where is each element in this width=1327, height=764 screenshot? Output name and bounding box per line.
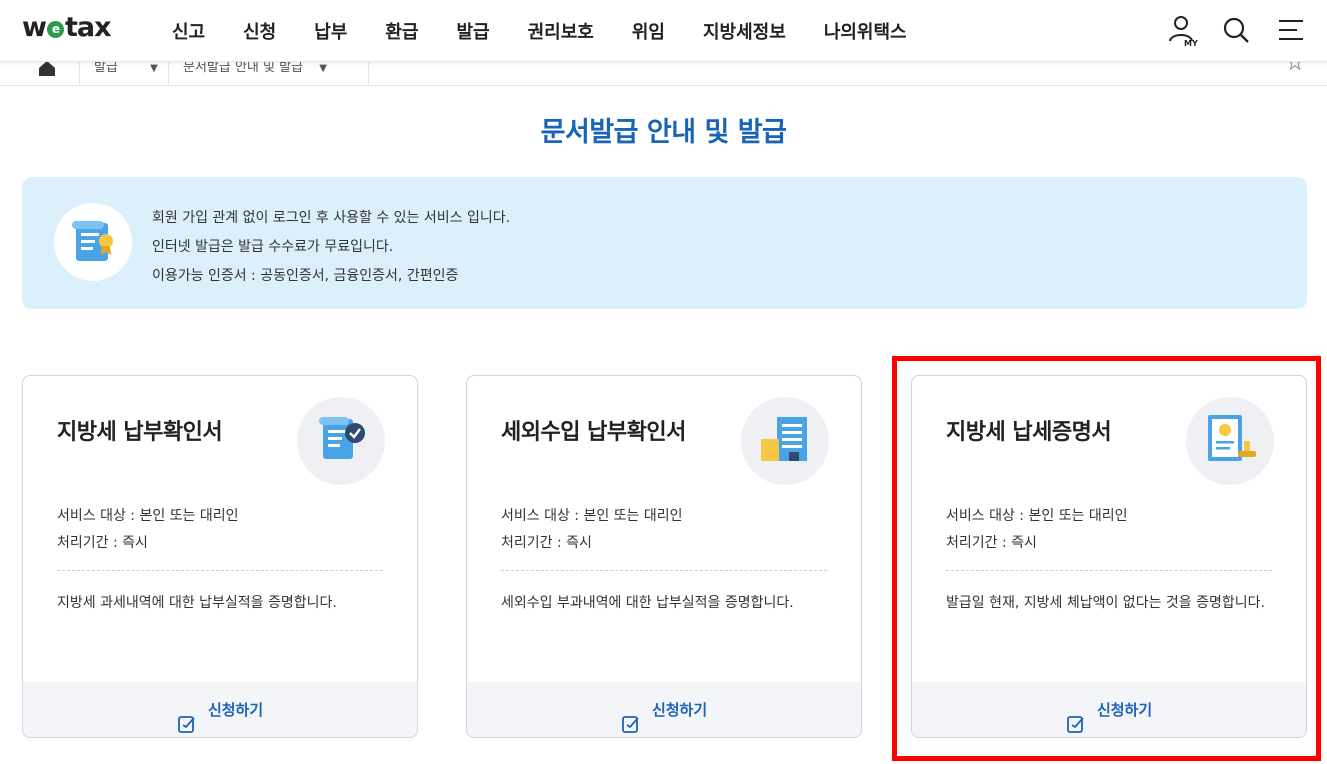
- my-page-icon[interactable]: MY: [1167, 13, 1199, 48]
- apply-label: 신청하기: [207, 701, 264, 719]
- top-header: w e tax 신고 신청 납부 환급 발급 권리보호 위임 지방세정보 나의위택스…: [0, 0, 1327, 62]
- menu-icon[interactable]: [1275, 13, 1307, 47]
- logo-text-post: tax: [64, 12, 112, 43]
- search-icon[interactable]: [1221, 13, 1253, 47]
- chevron-down-icon: ▼: [150, 63, 158, 74]
- card-description: 지방세 과세내역에 대한 납부실적을 증명합니다.: [57, 595, 337, 611]
- divider: [501, 570, 827, 571]
- card-description: 세외수입 부과내역에 대한 납부실적을 증명합니다.: [501, 595, 794, 611]
- nav-item-my-wetax[interactable]: 나의위택스: [824, 18, 907, 44]
- service-target: 서비스 대상 : 본인 또는 대리인: [501, 508, 683, 524]
- breadcrumb-label-2: 문서발급 안내 및 발급: [183, 62, 304, 75]
- nav-item-rights[interactable]: 권리보호: [528, 18, 594, 44]
- apply-button[interactable]: 신청하기: [912, 682, 1306, 737]
- apply-label: 신청하기: [1096, 701, 1153, 719]
- nav-item-issue[interactable]: 발급: [457, 18, 490, 44]
- chevron-down-icon: ▼: [319, 63, 327, 74]
- info-box: 회원 가입 관계 없이 로그인 후 사용할 수 있는 서비스 입니다. 인터넷 …: [22, 177, 1307, 309]
- main-nav: 신고 신청 납부 환급 발급 권리보호 위임 지방세정보 나의위택스: [172, 18, 945, 44]
- nav-item-delegate[interactable]: 위임: [632, 18, 665, 44]
- card-meta: 서비스 대상 : 본인 또는 대리인 처리기간 : 즉시: [946, 503, 1128, 557]
- logo-text-pre: w: [22, 12, 47, 43]
- nav-item-refund[interactable]: 환급: [385, 18, 418, 44]
- header-icons: MY: [1167, 13, 1307, 48]
- breadcrumb-label-1: 발급: [94, 62, 118, 75]
- card-meta: 서비스 대상 : 본인 또는 대리인 처리기간 : 즉시: [57, 503, 239, 557]
- edit-form-icon: [1066, 701, 1086, 733]
- service-target: 서비스 대상 : 본인 또는 대리인: [57, 508, 239, 524]
- service-target: 서비스 대상 : 본인 또는 대리인: [946, 508, 1128, 524]
- page-title: 문서발급 안내 및 발급: [540, 117, 787, 148]
- nav-item-apply[interactable]: 신청: [243, 18, 276, 44]
- certificate-stamp-icon: [1186, 397, 1274, 485]
- edit-form-icon: [177, 701, 197, 733]
- apply-label: 신청하기: [651, 701, 708, 719]
- scroll-document-icon: [54, 203, 132, 281]
- processing-period: 처리기간 : 즉시: [946, 535, 1037, 551]
- document-check-icon: [297, 397, 385, 485]
- logo-e-mark: e: [46, 21, 64, 38]
- card-title: 지방세 납부확인서: [57, 420, 223, 445]
- breadcrumb: 발급 ▼ 문서발급 안내 및 발급 ▼: [0, 62, 1327, 86]
- svg-text:MY: MY: [1184, 39, 1198, 47]
- card-non-tax-revenue-payment-confirmation: 세외수입 납부확인서 서비스 대상 : 본인 또는 대리인 처리기간 : 즉시 …: [466, 375, 862, 738]
- info-text: 회원 가입 관계 없이 로그인 후 사용할 수 있는 서비스 입니다. 인터넷 …: [152, 204, 510, 291]
- building-icon: [741, 397, 829, 485]
- info-line-membership: 회원 가입 관계 없이 로그인 후 사용할 수 있는 서비스 입니다.: [152, 210, 511, 226]
- bookmark-star-icon[interactable]: [1287, 62, 1303, 74]
- processing-period: 처리기간 : 즉시: [501, 535, 592, 551]
- breadcrumb-level-1[interactable]: 발급 ▼: [80, 62, 169, 85]
- home-icon[interactable]: [22, 62, 80, 85]
- card-local-tax-payment-certificate: 지방세 납세증명서 서비스 대상 : 본인 또는 대리인 처리기간 : 즉시 발…: [911, 375, 1307, 738]
- info-line-certificates: 이용가능 인증서 : 공동인증서, 금융인증서, 간편인증: [152, 268, 459, 284]
- wetax-logo[interactable]: w e tax: [22, 12, 111, 43]
- card-description: 발급일 현재, 지방세 체납액이 없다는 것을 증명합니다.: [946, 595, 1265, 611]
- apply-button[interactable]: 신청하기: [23, 682, 417, 737]
- apply-button[interactable]: 신청하기: [467, 682, 861, 737]
- edit-form-icon: [621, 701, 641, 733]
- card-title: 세외수입 납부확인서: [501, 420, 686, 445]
- card-title: 지방세 납세증명서: [946, 420, 1112, 445]
- nav-item-report[interactable]: 신고: [172, 18, 205, 44]
- divider: [57, 570, 383, 571]
- breadcrumb-level-2[interactable]: 문서발급 안내 및 발급 ▼: [169, 62, 369, 85]
- divider: [946, 570, 1272, 571]
- info-line-fee: 인터넷 발급은 발급 수수료가 무료입니다.: [152, 239, 394, 255]
- processing-period: 처리기간 : 즉시: [57, 535, 148, 551]
- card-local-tax-payment-confirmation: 지방세 납부확인서 서비스 대상 : 본인 또는 대리인 처리기간 : 즉시 지…: [22, 375, 418, 738]
- card-meta: 서비스 대상 : 본인 또는 대리인 처리기간 : 즉시: [501, 503, 683, 557]
- nav-item-local-tax-info[interactable]: 지방세정보: [703, 18, 786, 44]
- nav-item-payment[interactable]: 납부: [314, 18, 347, 44]
